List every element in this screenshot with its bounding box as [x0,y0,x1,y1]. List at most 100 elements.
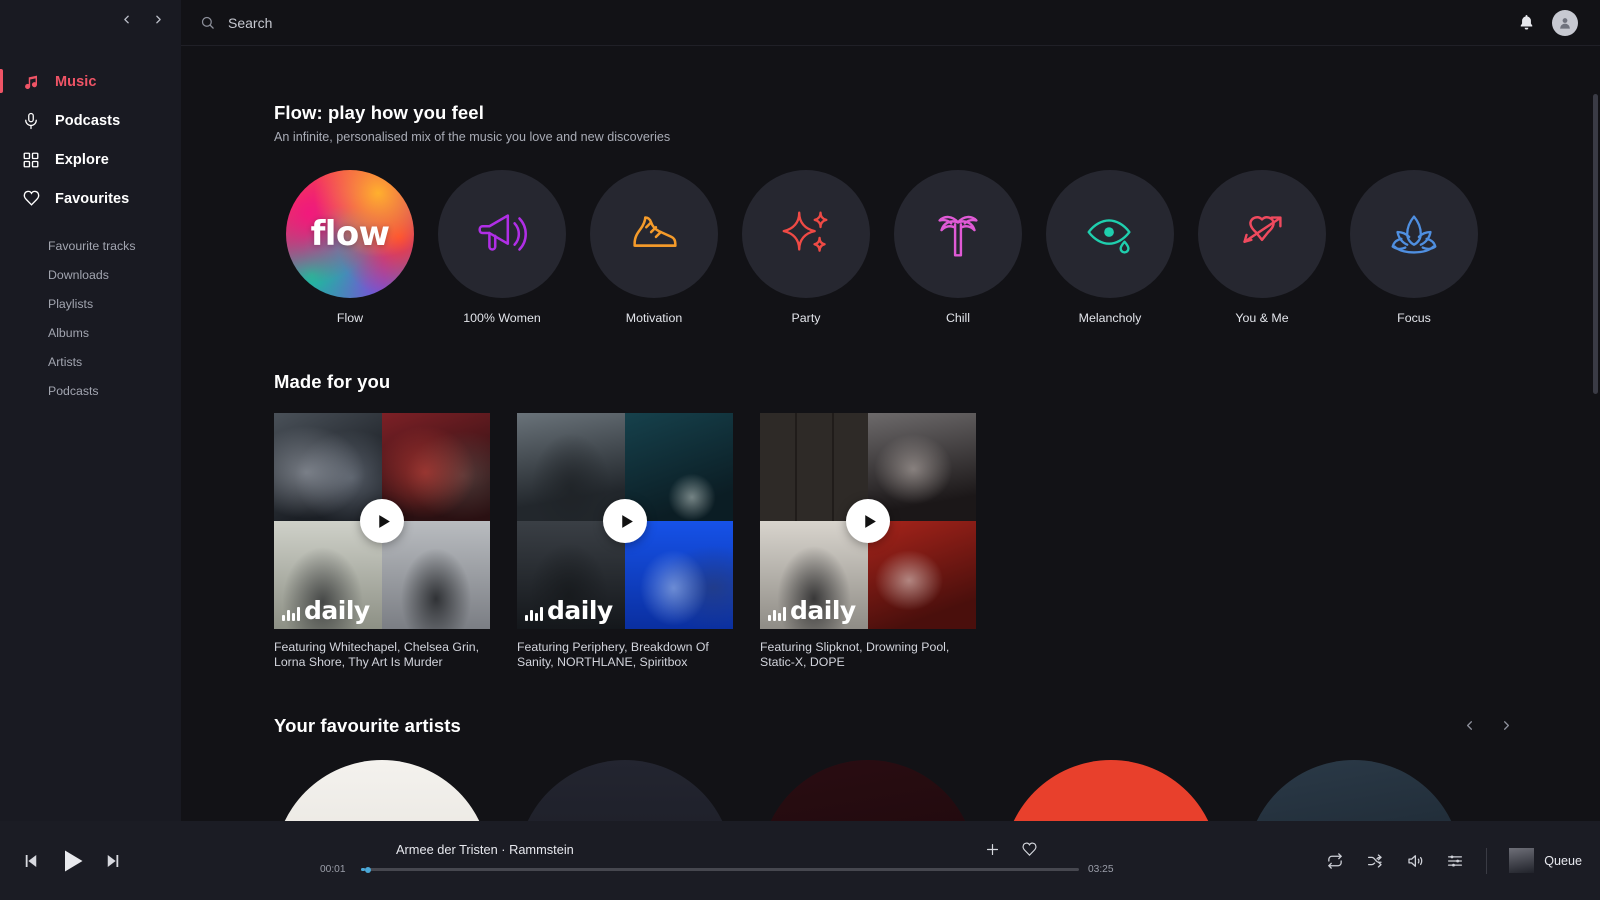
daily-mix-cover: daily [517,413,733,629]
flow-wordmark: flow [310,214,390,254]
sidebar-subitem-downloads[interactable]: Downloads [0,260,181,289]
sidebar-item-music[interactable]: Music [0,62,181,101]
mood-tile-focus[interactable]: Focus [1338,170,1490,325]
scrollbar-thumb[interactable] [1593,94,1598,394]
play-icon[interactable] [846,499,890,543]
made-for-you-header: Made for you [274,371,1600,393]
player-transport-controls [22,846,122,876]
mood-circle [894,170,1022,298]
daily-mix-caption: Featuring Slipknot, Drowning Pool, Stati… [760,640,950,670]
content-scroll-area: Flow: play how you feel An infinite, per… [181,46,1600,821]
skip-next-icon[interactable] [104,852,122,870]
sidebar-subitem-podcasts[interactable]: Podcasts [0,376,181,405]
play-icon[interactable] [57,846,87,876]
daily-mix-card[interactable]: daily Featuring Whitechapel, Chelsea Gri… [274,413,490,671]
artist-card[interactable] [274,759,490,821]
play-icon[interactable] [603,499,647,543]
bell-icon[interactable] [1517,13,1536,32]
mood-label: Melancholy [1078,311,1142,325]
time-total: 03:25 [1088,864,1114,875]
daily-mix-card[interactable]: daily Featuring Slipknot, Drowning Pool,… [760,413,976,671]
cover-tile [625,413,733,521]
carousel-prev-button[interactable] [1462,718,1477,733]
grid-icon [21,150,41,170]
skip-previous-icon[interactable] [22,852,40,870]
avatar[interactable] [1552,9,1578,36]
daily-mix-cover: daily [760,413,976,629]
mood-tile-chill[interactable]: Chill [882,170,1034,325]
sidebar-subitem-artists[interactable]: Artists [0,347,181,376]
artist-card[interactable] [1003,759,1219,821]
sidebar-history-nav [113,4,171,34]
mood-circle [438,170,566,298]
mood-tile-motivation[interactable]: Motivation [578,170,730,325]
repeat-icon[interactable] [1326,852,1344,870]
flow-section-header: Flow: play how you feel An infinite, per… [274,102,1600,144]
search-placeholder-text: Search [228,14,273,31]
mood-tile-party[interactable]: Party [730,170,882,325]
mood-circle [742,170,870,298]
sidebar-item-label: Podcasts [55,112,121,129]
section-title: Made for you [274,371,391,392]
daily-mix-caption: Featuring Whitechapel, Chelsea Grin, Lor… [274,640,480,670]
cover-tile [868,413,976,521]
nav-back-button[interactable] [113,4,139,34]
mood-label: 100% Women [463,311,541,325]
player-now-playing: Armee der Tristen · Rammstein 00:01 03:2… [320,842,1120,875]
mood-tile-you-and-me[interactable]: You & Me [1186,170,1338,325]
sidebar-item-explore[interactable]: Explore [0,140,181,179]
search-input[interactable]: Search [200,0,1517,45]
heart-icon[interactable] [1021,841,1038,858]
player-secondary-controls: Queue [1326,847,1582,874]
daily-badge-label: daily [790,596,856,625]
player-bar: Armee der Tristen · Rammstein 00:01 03:2… [0,821,1600,900]
sneaker-icon [633,216,677,247]
queue-button[interactable]: Queue [1509,848,1582,873]
artist-card[interactable] [517,759,733,821]
nav-forward-button[interactable] [145,4,171,34]
mood-label: Chill [945,311,971,325]
artist-avatar [1246,759,1462,821]
search-icon [200,15,215,30]
sidebar-item-favourites[interactable]: Favourites [0,179,181,218]
seek-handle[interactable] [365,866,372,873]
daily-mix-card[interactable]: daily Featuring Periphery, Breakdown Of … [517,413,733,671]
daily-badge-label: daily [304,596,370,625]
carousel-next-button[interactable] [1499,718,1514,733]
sidebar-sub-nav: Favourite tracks Downloads Playlists Alb… [0,231,181,405]
mood-label: Focus [1397,311,1431,325]
mood-label: You & Me [1235,311,1289,325]
artist-card[interactable] [760,759,976,821]
seek-slider[interactable] [361,866,1079,873]
content-scrollbar[interactable] [1593,94,1598,821]
section-title: Your favourite artists [274,714,461,736]
mood-label: Party [791,311,821,325]
sidebar-subitem-albums[interactable]: Albums [0,318,181,347]
play-icon[interactable] [360,499,404,543]
sidebar-item-label: Favourites [55,190,130,207]
sidebar-main-nav: Music Podcasts Explore Favourites [0,62,181,218]
page-title: Flow: play how you feel [274,102,484,123]
mood-circle [590,170,718,298]
time-elapsed: 00:01 [320,864,346,875]
sidebar-subitem-playlists[interactable]: Playlists [0,289,181,318]
equalizer-bars-icon [282,605,300,621]
megaphone-icon [478,214,527,251]
favourite-artists-section: Your favourite artists [181,671,1600,821]
controls-divider [1486,847,1488,874]
shuffle-icon[interactable] [1366,852,1384,870]
cover-tile [382,413,490,521]
artist-card[interactable] [1246,759,1462,821]
volume-icon[interactable] [1406,852,1424,870]
music-note-icon [21,72,41,92]
mood-tile-melancholy[interactable]: Melancholy [1034,170,1186,325]
favourite-artists-header: Your favourite artists [274,715,1514,737]
palm-tree-icon [938,215,978,257]
mood-tile-flow[interactable]: flow Flow [274,170,426,325]
sidebar-item-podcasts[interactable]: Podcasts [0,101,181,140]
equalizer-sliders-icon[interactable] [1446,852,1464,870]
microphone-icon [21,111,41,131]
sidebar-subitem-favourite-tracks[interactable]: Favourite tracks [0,231,181,260]
plus-icon[interactable] [984,841,1001,858]
mood-tile-100-women[interactable]: 100% Women [426,170,578,325]
